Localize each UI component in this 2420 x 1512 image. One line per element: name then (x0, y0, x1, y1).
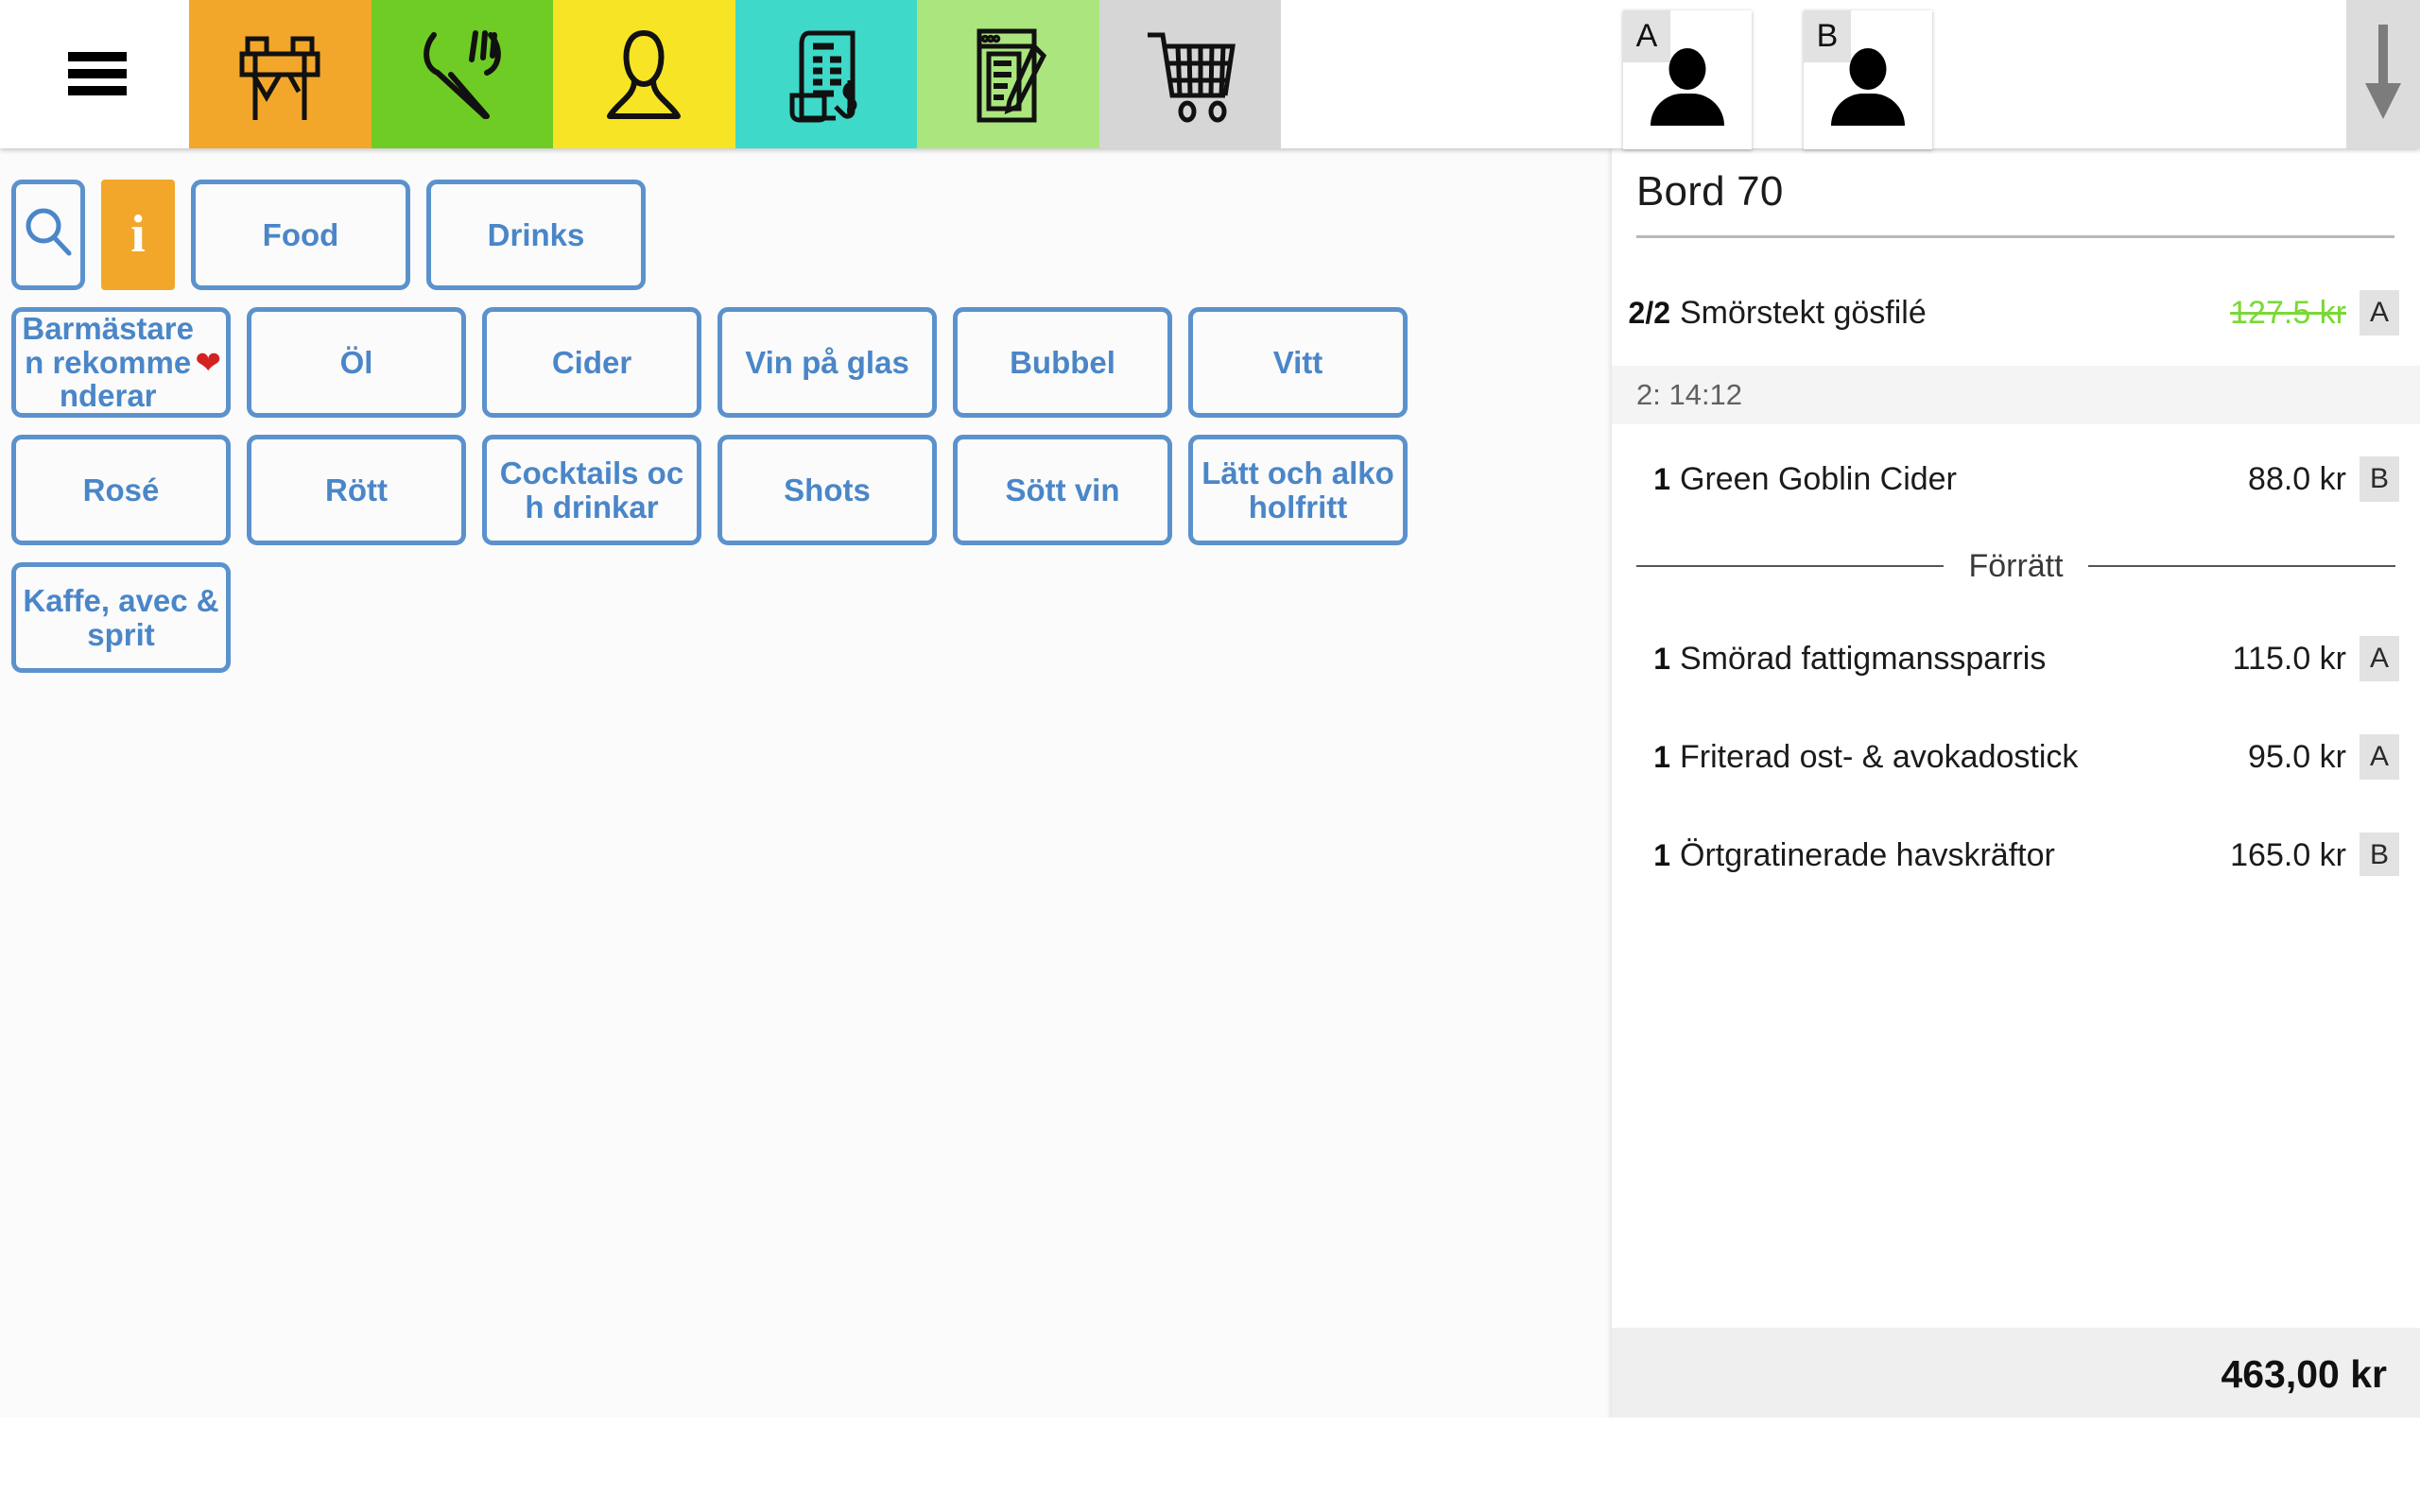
course-divider-forratt: Förrätt (1612, 523, 2420, 610)
category-button-rott[interactable]: Rött (247, 435, 466, 545)
bottom-strip (0, 1418, 2420, 1512)
item-guest-tag: B (2360, 833, 2399, 876)
category-button-cocktails[interactable]: Cocktails och drinkar (482, 435, 701, 545)
item-price: 95.0 kr (2248, 738, 2346, 775)
item-price: 165.0 kr (2230, 836, 2346, 873)
item-name: Örtgratinerade havskräftor (1680, 836, 2055, 873)
order-item-list: 2/2 Smörstekt gösfilé 127.5 kr A 2: 14:1… (1612, 243, 2420, 876)
notes-icon (962, 26, 1053, 124)
category-button-food[interactable]: Food (191, 180, 410, 290)
category-row: Barmästaren rekommenderar ❤ Öl Cider Vin… (11, 307, 1424, 418)
item-price: 88.0 kr (2248, 460, 2346, 497)
category-button-drinks[interactable]: Drinks (426, 180, 646, 290)
item-name: Smörstekt gösfilé (1680, 294, 1927, 331)
person-icon (1623, 31, 1752, 145)
category-button-grid: i Food Drinks Barmästaren rekommenderar … (11, 180, 1424, 690)
order-time-row: 2: 14:12 (1612, 366, 2420, 424)
hamburger-menu-icon[interactable] (68, 52, 127, 95)
search-icon (20, 203, 77, 266)
item-guest-tag: B (2360, 456, 2399, 502)
category-button-rose[interactable]: Rosé (11, 435, 231, 545)
category-button-kaffe-avec-sprit[interactable]: Kaffe, avec & sprit (11, 562, 231, 673)
order-row[interactable]: 1 Örtgratinerade havskräftor 165.0 kr B (1612, 812, 2420, 876)
scroll-down-strip[interactable] (2346, 0, 2420, 148)
tables-icon (234, 26, 325, 124)
item-name: Friterad ost- & avokadostick (1680, 738, 2079, 775)
hamburger-bar (68, 69, 127, 78)
category-row: i Food Drinks (11, 180, 1424, 290)
toolbar-tile-cart[interactable] (1098, 0, 1281, 148)
total-amount: 463,00 kr (2221, 1352, 2387, 1396)
person-icon (1804, 31, 1932, 145)
item-guest-tag: A (2360, 290, 2399, 335)
item-quantity: 2/2 (1628, 295, 1670, 330)
item-price: 127.5 kr (2230, 294, 2346, 331)
guest-card-a[interactable]: A (1623, 10, 1752, 149)
category-button-barmastaren[interactable]: Barmästaren rekommenderar ❤ (11, 307, 231, 418)
item-quantity: 1 (1653, 641, 1670, 676)
guest-card-b[interactable]: B (1804, 10, 1932, 149)
order-row[interactable]: 2/2 Smörstekt gösfilé 127.5 kr A (1612, 269, 2420, 356)
order-row[interactable]: 1 Friterad ost- & avokadostick 95.0 kr A (1612, 713, 2420, 800)
category-button-latt-alkoholfritt[interactable]: Lätt och alkoholfritt (1188, 435, 1408, 545)
arrow-down-icon (2361, 25, 2405, 129)
item-quantity: 1 (1653, 461, 1670, 496)
order-panel: Bord 70 2/2 Smörstekt gösfilé 127.5 kr A… (1612, 148, 2420, 1512)
item-quantity: 1 (1653, 739, 1670, 774)
info-button[interactable]: i (101, 180, 175, 290)
order-time-label: 2: 14:12 (1636, 378, 1743, 411)
order-title: Bord 70 (1636, 168, 1784, 215)
heart-icon: ❤ (195, 344, 221, 380)
order-row[interactable]: 1 Smörad fattigmanssparris 115.0 kr A (1612, 615, 2420, 702)
toolbar-tile-tables[interactable] (189, 0, 372, 148)
item-guest-tag: A (2360, 734, 2399, 780)
category-panel: i Food Drinks Barmästaren rekommenderar … (0, 148, 1612, 1512)
order-row[interactable]: 1 Green Goblin Cider 88.0 kr B (1612, 436, 2420, 523)
pos-app: A B i Food Drinks Barmästaren rekommende… (0, 0, 2420, 1512)
category-button-sott-vin[interactable]: Sött vin (953, 435, 1172, 545)
course-label: Förrätt (1968, 547, 2064, 584)
cart-icon (1142, 26, 1238, 124)
item-guest-tag: A (2360, 636, 2399, 681)
toolbar-tile-receipts[interactable] (735, 0, 917, 148)
toolbar-tile-staff[interactable] (553, 0, 735, 148)
hamburger-bar (68, 52, 127, 61)
toolbar-tiles (189, 0, 1281, 148)
category-label: Barmästaren rekommenderar (22, 311, 194, 414)
item-price: 115.0 kr (2232, 640, 2346, 677)
category-button-cider[interactable]: Cider (482, 307, 701, 418)
title-divider (1636, 235, 2394, 238)
item-name: Smörad fattigmanssparris (1680, 640, 2047, 677)
category-button-bubbel[interactable]: Bubbel (953, 307, 1172, 418)
category-button-vin-pa-glas[interactable]: Vin på glas (717, 307, 937, 418)
category-row: Kaffe, avec & sprit (11, 562, 1424, 673)
category-button-vitt[interactable]: Vitt (1188, 307, 1408, 418)
search-button[interactable] (11, 180, 85, 290)
divider-line (1636, 565, 1945, 567)
receipt-icon (781, 26, 872, 124)
toolbar-tile-dining[interactable] (371, 0, 553, 148)
divider-line (2087, 565, 2395, 567)
dining-icon (417, 26, 508, 124)
category-button-shots[interactable]: Shots (717, 435, 937, 545)
staff-icon (598, 26, 689, 124)
category-row: Rosé Rött Cocktails och drinkar Shots Sö… (11, 435, 1424, 545)
guest-cards: A B (1623, 10, 1932, 149)
toolbar-tile-notes[interactable] (917, 0, 1099, 148)
item-name: Green Goblin Cider (1680, 460, 1957, 497)
hamburger-bar (68, 86, 127, 95)
item-quantity: 1 (1653, 837, 1670, 872)
top-toolbar: A B (0, 0, 2420, 149)
category-button-ol[interactable]: Öl (247, 307, 466, 418)
